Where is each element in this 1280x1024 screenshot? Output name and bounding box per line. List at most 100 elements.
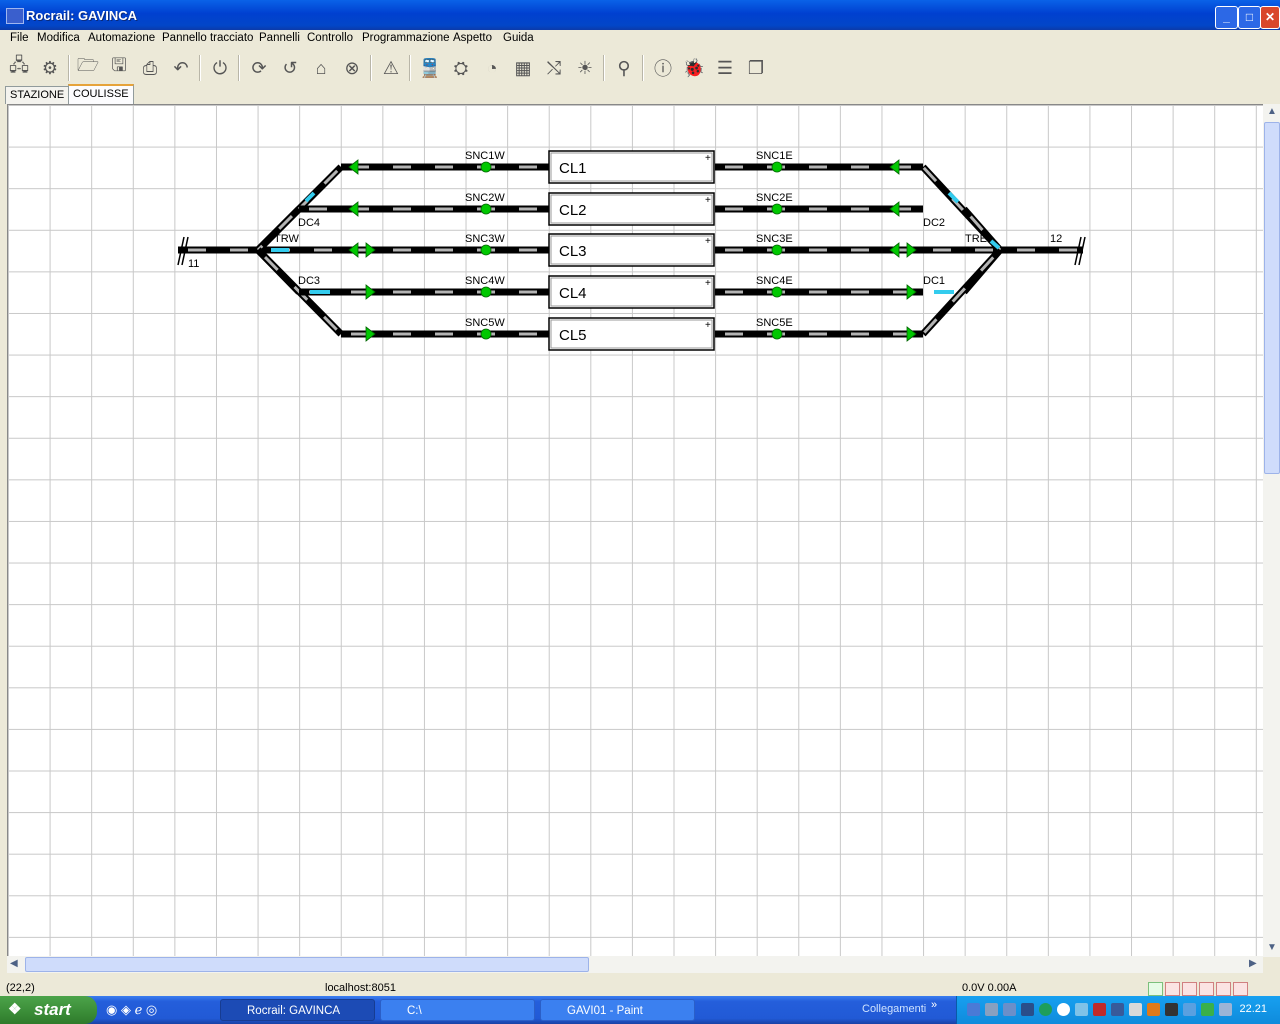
copy-icon[interactable]: ❐ [743, 55, 769, 81]
tab-coulisse[interactable]: COULISSE [68, 84, 134, 106]
save-icon[interactable]: 🖫 [106, 55, 132, 81]
switch-label-dc3: DC3 [298, 275, 320, 287]
sensor-label-east: SNC5E [756, 317, 793, 329]
tray-icon[interactable] [1147, 1003, 1160, 1016]
sensor-label-west: SNC2W [465, 192, 505, 204]
menu-programmazione[interactable]: Programmazione [362, 32, 450, 44]
signal-east-icon[interactable] [365, 284, 376, 300]
rotate-icon[interactable]: ↺ [277, 55, 303, 81]
menu-aspetto[interactable]: Aspetto [453, 32, 492, 44]
sensor-west[interactable] [480, 161, 492, 173]
links-toolbar[interactable]: Collegamenti [862, 1003, 926, 1015]
open-folder-icon[interactable]: 🗁 [75, 55, 101, 81]
tray-icon[interactable] [1183, 1003, 1196, 1016]
speaker-icon[interactable] [1129, 1003, 1142, 1016]
throttle-icon[interactable]: ⛭ [448, 55, 474, 81]
menu-pannelli[interactable]: Pannelli [259, 32, 300, 44]
signal-east-icon[interactable] [906, 326, 917, 342]
clock: 22.21 [1239, 1003, 1267, 1015]
horizontal-scroll-thumb[interactable] [25, 957, 589, 972]
speedometer-icon[interactable]: ◔ [479, 55, 505, 81]
scroll-right-icon[interactable]: ▶ [1249, 958, 1257, 969]
sensor-east[interactable] [771, 161, 783, 173]
signal-west-icon[interactable] [348, 242, 359, 258]
signal-west-icon[interactable] [889, 159, 900, 175]
vertical-scroll-thumb[interactable] [1264, 122, 1280, 474]
sensor-east[interactable] [771, 286, 783, 298]
tray-icon[interactable] [1165, 1003, 1178, 1016]
undo-icon[interactable]: ↶ [168, 55, 194, 81]
tray-icon[interactable] [1075, 1003, 1088, 1016]
tray-icon[interactable] [1057, 1003, 1070, 1016]
light-icon[interactable]: ☀ [572, 55, 598, 81]
task-command-prompt[interactable]: C:\ [380, 999, 535, 1021]
warning-icon[interactable]: ⚠ [378, 55, 404, 81]
menu-modifica[interactable]: Modifica [37, 32, 80, 44]
tray-icon[interactable] [967, 1003, 980, 1016]
scroll-up-icon[interactable]: ▲ [1267, 106, 1277, 117]
signal-east-icon[interactable] [365, 326, 376, 342]
tray-icon[interactable] [1039, 1003, 1052, 1016]
horizontal-scrollbar[interactable]: ◀ ▶ [7, 956, 1263, 973]
menu-guida[interactable]: Guida [503, 32, 534, 44]
menu-automazione[interactable]: Automazione [88, 32, 155, 44]
vertical-scrollbar[interactable]: ▲ ▼ [1263, 104, 1280, 957]
shuffle-icon[interactable]: ⤭ [541, 55, 567, 81]
tab-stazione[interactable]: STAZIONE [5, 86, 70, 104]
close-button[interactable]: ✕ [1260, 6, 1280, 29]
sensor-west[interactable] [480, 203, 492, 215]
power-icon[interactable]: ⏻ [207, 55, 233, 81]
track-plan-canvas[interactable]: 11 12 DC4 TRW DC3 DC2 TRE DC1 CL1 + SNC1W SNC1E CL2 +… [7, 104, 1263, 957]
status-led [1165, 982, 1180, 996]
signal-west-icon[interactable] [889, 242, 900, 258]
quicklaunch-icons[interactable]: ◉ ◈ ℯ ◎ [106, 1002, 157, 1018]
tray-icon[interactable] [1021, 1003, 1034, 1016]
sensor-east[interactable] [771, 328, 783, 340]
menu-file[interactable]: File [10, 32, 29, 44]
task-paint[interactable]: GAVI01 - Paint [540, 999, 695, 1021]
bug-icon[interactable]: 🐞 [681, 55, 707, 81]
server-address: localhost:8051 [325, 982, 396, 994]
chevron-icon[interactable]: » [931, 999, 937, 1011]
sensor-east[interactable] [771, 203, 783, 215]
tray-icon[interactable] [1111, 1003, 1124, 1016]
tray-icon[interactable] [1003, 1003, 1016, 1016]
info-icon[interactable]: ⓘ [650, 55, 676, 81]
network-icon[interactable]: 🖧 [6, 55, 32, 81]
signal-west-icon[interactable] [348, 201, 359, 217]
settings-icon[interactable]: ⚙ [37, 55, 63, 81]
signal-west-icon[interactable] [348, 159, 359, 175]
tray-icon[interactable] [1093, 1003, 1106, 1016]
tray-icon[interactable] [1201, 1003, 1214, 1016]
tray-icon[interactable] [985, 1003, 998, 1016]
sensor-label-west: SNC1W [465, 150, 505, 162]
network-status-icon[interactable] [1219, 1003, 1232, 1016]
signal-east-icon[interactable] [365, 242, 376, 258]
route-icon[interactable]: ▦ [510, 55, 536, 81]
scroll-left-icon[interactable]: ◀ [10, 958, 18, 969]
signal-east-icon[interactable] [906, 242, 917, 258]
sensor-east[interactable] [771, 244, 783, 256]
minimize-button[interactable]: _ [1215, 6, 1238, 29]
menu-controllo[interactable]: Controllo [307, 32, 353, 44]
sensor-west[interactable] [480, 286, 492, 298]
maximize-button[interactable]: □ [1238, 6, 1261, 29]
list-icon[interactable]: ☰ [712, 55, 738, 81]
sensor-west[interactable] [480, 244, 492, 256]
toolbar-separator [370, 55, 372, 81]
task-rocrail[interactable]: Rocrail: GAVINCA [220, 999, 375, 1021]
loop-icon[interactable]: ⟳ [246, 55, 272, 81]
search-icon[interactable]: ⚲ [611, 55, 637, 81]
signal-west-icon[interactable] [889, 201, 900, 217]
switch-label-dc2: DC2 [923, 217, 945, 229]
start-button[interactable]: ❖ start [0, 996, 97, 1024]
print-icon[interactable]: ⎙ [137, 55, 163, 81]
locomotive-icon[interactable]: 🚆 [417, 55, 443, 81]
status-led [1182, 982, 1197, 996]
menu-pannello-tracciato[interactable]: Pannello tracciato [162, 32, 253, 44]
signal-east-icon[interactable] [906, 284, 917, 300]
scroll-down-icon[interactable]: ▼ [1267, 942, 1277, 953]
sensor-west[interactable] [480, 328, 492, 340]
cancel-icon[interactable]: ⊗ [339, 55, 365, 81]
home-icon[interactable]: ⌂ [308, 55, 334, 81]
